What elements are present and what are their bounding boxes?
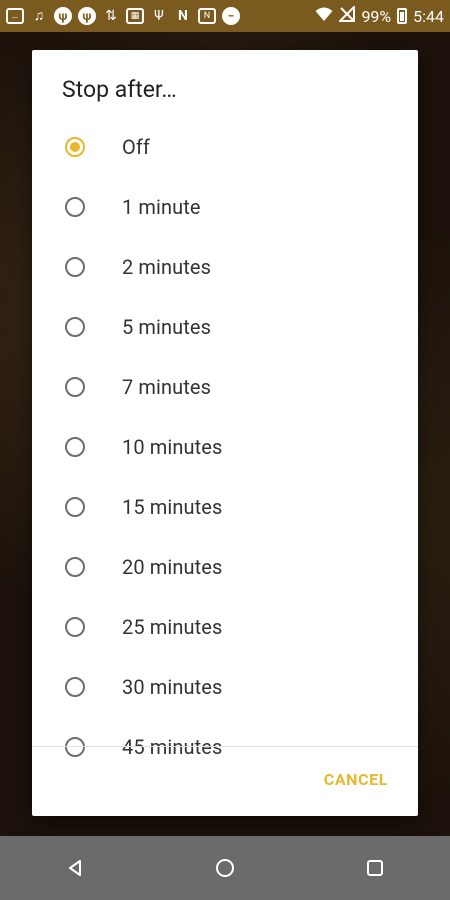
option-label: 2 minutes	[122, 255, 212, 279]
battery-icon	[397, 8, 408, 24]
tuning-fork-icon: ψ	[78, 7, 96, 25]
radio-button[interactable]	[65, 437, 85, 457]
wifi-icon	[315, 6, 333, 26]
radio-button[interactable]	[65, 737, 85, 757]
n-icon: N	[178, 8, 188, 24]
cancel-button[interactable]: CANCEL	[324, 770, 388, 789]
status-bar: … ♫ ψ ψ ⇅ ▦ Ψ N N − 99% 5:44	[0, 0, 450, 32]
radio-button[interactable]	[65, 257, 85, 277]
option-2-minutes[interactable]: 2 minutes	[32, 237, 418, 297]
radio-button[interactable]	[65, 497, 85, 517]
nfc-icon: N	[198, 8, 216, 24]
transfer-icon: ⇅	[105, 8, 117, 24]
option-label: 1 minute	[122, 195, 201, 219]
clock: 5:44	[413, 6, 444, 26]
photo-icon: ▦	[126, 8, 144, 24]
divider	[32, 746, 418, 747]
option-label: 5 minutes	[122, 315, 212, 339]
option-20-minutes[interactable]: 20 minutes	[32, 537, 418, 597]
option-1-minute[interactable]: 1 minute	[32, 177, 418, 237]
option-off[interactable]: Off	[32, 117, 418, 177]
recents-button[interactable]	[350, 843, 400, 893]
home-icon	[216, 859, 234, 877]
option-label: Off	[122, 135, 150, 159]
radio-button[interactable]	[65, 317, 85, 337]
music-icon: ♫	[33, 8, 45, 24]
recents-icon	[367, 860, 383, 876]
radio-button[interactable]	[65, 197, 85, 217]
option-25-minutes[interactable]: 25 minutes	[32, 597, 418, 657]
status-right: 99% 5:44	[315, 4, 444, 26]
usb-icon: Ψ	[154, 8, 164, 24]
option-label: 15 minutes	[122, 495, 223, 519]
no-signal-icon	[338, 4, 356, 26]
home-button[interactable]	[200, 843, 250, 893]
radio-button[interactable]	[65, 137, 85, 157]
radio-button[interactable]	[65, 617, 85, 637]
back-button[interactable]	[50, 843, 100, 893]
option-label: 7 minutes	[122, 375, 212, 399]
radio-button[interactable]	[65, 677, 85, 697]
option-label: 10 minutes	[122, 435, 223, 459]
option-45-minutes[interactable]: 45 minutes	[32, 717, 418, 777]
option-15-minutes[interactable]: 15 minutes	[32, 477, 418, 537]
radio-button[interactable]	[65, 377, 85, 397]
message-icon: …	[6, 8, 24, 24]
option-label: 30 minutes	[122, 675, 223, 699]
battery-percent: 99%	[361, 6, 392, 26]
option-30-minutes[interactable]: 30 minutes	[32, 657, 418, 717]
option-label: 20 minutes	[122, 555, 223, 579]
option-5-minutes[interactable]: 5 minutes	[32, 297, 418, 357]
option-7-minutes[interactable]: 7 minutes	[32, 357, 418, 417]
notification-icons: … ♫ ψ ψ ⇅ ▦ Ψ N N −	[6, 7, 315, 25]
back-icon	[69, 860, 81, 876]
sleep-timer-dialog: Stop after… Off 1 minute 2 minutes 5 min…	[32, 50, 418, 816]
option-label: 45 minutes	[122, 735, 223, 759]
tuning-fork-icon: ψ	[54, 7, 72, 25]
navigation-bar	[0, 836, 450, 900]
options-list[interactable]: Stop after… Off 1 minute 2 minutes 5 min…	[32, 50, 418, 796]
do-not-disturb-icon: −	[222, 7, 240, 25]
option-label: 25 minutes	[122, 615, 223, 639]
radio-button[interactable]	[65, 557, 85, 577]
option-10-minutes[interactable]: 10 minutes	[32, 417, 418, 477]
dialog-title: Stop after…	[62, 76, 177, 103]
